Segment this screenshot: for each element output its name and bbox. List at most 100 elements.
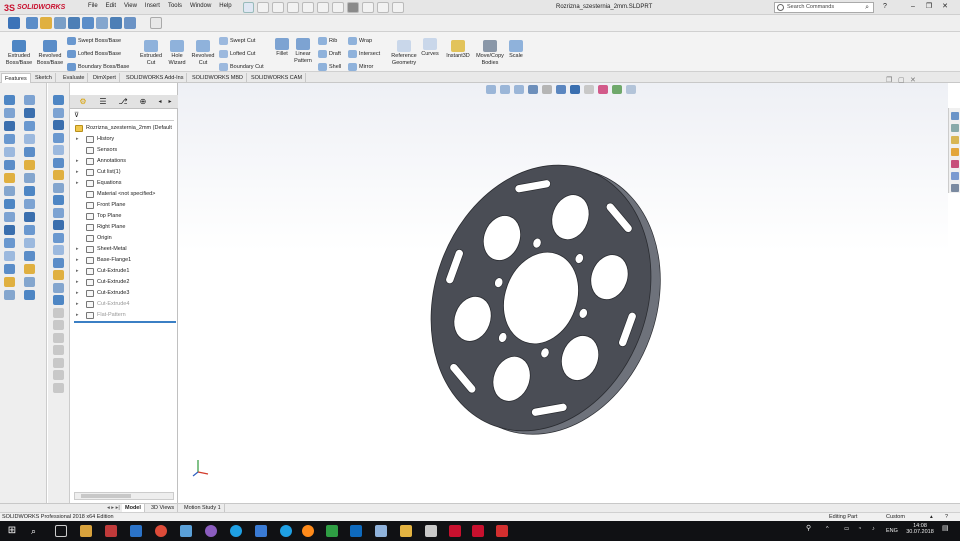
menu-tools[interactable]: Tools xyxy=(168,3,182,9)
design-library-icon[interactable] xyxy=(951,124,959,132)
left-tool-icon[interactable] xyxy=(4,264,15,274)
new-document-icon[interactable] xyxy=(272,2,284,13)
extruded-boss-button[interactable]: Extruded Boss/Base xyxy=(4,40,34,66)
battery-icon[interactable]: ▭ xyxy=(844,526,849,532)
fillet-button[interactable]: Fillet xyxy=(272,38,292,58)
undo-icon[interactable] xyxy=(332,2,344,13)
file-explorer-icon[interactable] xyxy=(951,136,959,144)
menu-help[interactable]: Help xyxy=(219,3,231,9)
menu-insert[interactable]: Insert xyxy=(145,3,160,9)
left-tool-icon[interactable] xyxy=(53,345,64,355)
left-tool-icon[interactable] xyxy=(53,270,64,280)
left-tool-icon[interactable] xyxy=(24,264,35,274)
print-icon[interactable] xyxy=(317,2,329,13)
tree-item[interactable]: ▸ Cut-Extrude2 xyxy=(70,277,178,288)
search-icon-taskbar[interactable]: ⌕ xyxy=(31,525,43,537)
left-tool-icon[interactable] xyxy=(24,95,35,105)
left-tool-icon[interactable] xyxy=(53,257,64,268)
search-commands-input[interactable]: Search Commands ⌕ xyxy=(774,2,874,13)
left-tool-icon[interactable] xyxy=(24,212,35,222)
expand-arrow-icon[interactable]: ▸ xyxy=(76,244,79,255)
tree-item[interactable]: ▸ Flat-Pattern xyxy=(70,310,178,321)
move-copy-bodies-button[interactable]: Move/Copy Bodies xyxy=(474,40,506,66)
custom-properties-icon[interactable] xyxy=(951,172,959,180)
file-properties-icon[interactable] xyxy=(377,2,389,13)
left-tool-icon[interactable] xyxy=(53,332,64,343)
tabs-more-icon[interactable]: ◂ xyxy=(156,96,164,108)
expand-arrow-icon[interactable]: ▸ xyxy=(76,134,79,145)
swept-boss-button[interactable]: Swept Boss/Base xyxy=(67,37,121,45)
swept-cut-button[interactable]: Swept Cut xyxy=(219,37,255,45)
app-taskbar-icon-3[interactable] xyxy=(180,525,192,537)
left-tool-icon[interactable] xyxy=(53,220,64,230)
app-taskbar-icon-4[interactable] xyxy=(255,525,267,537)
tab-mbd[interactable]: SOLIDWORKS MBD xyxy=(189,73,248,83)
solidworks-taskbar-icon[interactable] xyxy=(449,525,461,537)
tab-sketch[interactable]: Sketch xyxy=(32,73,56,83)
tree-item[interactable]: ▸ Equations xyxy=(70,178,178,189)
notifications-icon[interactable]: ▤ xyxy=(942,525,949,532)
calculator-icon[interactable] xyxy=(425,525,437,537)
smart-dimension-icon[interactable] xyxy=(40,17,52,29)
extruded-cut-button[interactable]: Extruded Cut xyxy=(138,40,164,66)
left-tool-icon[interactable] xyxy=(4,134,15,144)
left-tool-icon[interactable] xyxy=(24,147,35,157)
expand-arrow-icon[interactable]: ▸ xyxy=(76,288,79,299)
extrude-icon[interactable] xyxy=(54,17,66,29)
tree-item[interactable]: Origin xyxy=(70,233,178,244)
left-tool-icon[interactable] xyxy=(53,282,64,293)
viber-icon[interactable] xyxy=(205,525,217,537)
horizontal-scrollbar[interactable] xyxy=(74,492,174,500)
left-tool-icon[interactable] xyxy=(24,121,35,131)
expand-arrow-icon[interactable]: ▸ xyxy=(76,167,79,178)
tab-cam[interactable]: SOLIDWORKS CAM xyxy=(248,73,307,83)
rebuild-icon[interactable] xyxy=(362,2,374,13)
draft-button[interactable]: Draft xyxy=(318,50,341,58)
left-tool-icon[interactable] xyxy=(53,307,64,318)
restore-icon[interactable]: ❐ xyxy=(924,2,934,12)
left-tool-icon[interactable] xyxy=(53,132,64,143)
left-tool-icon[interactable] xyxy=(53,295,64,305)
tree-item[interactable]: ▸ Cut-Extrude1 xyxy=(70,266,178,277)
tab-features[interactable]: Features xyxy=(1,73,31,83)
people-icon[interactable]: ⚲ xyxy=(806,525,811,532)
left-tool-icon[interactable] xyxy=(24,225,35,235)
tree-item[interactable]: Sensors xyxy=(70,145,178,156)
outlook-icon[interactable] xyxy=(350,525,362,537)
minimize-icon[interactable]: – xyxy=(908,2,918,12)
tree-item[interactable]: ▸ Base-Flange1 xyxy=(70,255,178,266)
left-tool-icon[interactable] xyxy=(4,212,15,222)
left-tool-icon[interactable] xyxy=(4,186,15,196)
mold-tools-icon[interactable] xyxy=(110,17,122,29)
left-tool-icon[interactable] xyxy=(4,251,15,261)
left-tool-icon[interactable] xyxy=(4,225,15,235)
left-tool-icon[interactable] xyxy=(24,160,35,170)
app-taskbar-icon-1[interactable] xyxy=(105,525,117,537)
menu-file[interactable]: File xyxy=(88,3,98,9)
pin-icon[interactable] xyxy=(243,2,254,13)
intersect-button[interactable]: Intersect xyxy=(348,50,380,58)
view-palette-icon[interactable] xyxy=(951,148,959,156)
expand-arrow-icon[interactable]: ▸ xyxy=(76,266,79,277)
home-icon[interactable] xyxy=(257,2,269,13)
property-manager-tab-icon[interactable]: ☰ xyxy=(94,96,112,108)
graphics-viewport[interactable]: ❐ ▢ ✕ xyxy=(178,77,948,503)
scrollbar-thumb[interactable] xyxy=(81,494,131,498)
network-icon[interactable]: ◔ xyxy=(858,526,861,532)
shell-button[interactable]: Shell xyxy=(318,63,341,71)
folder-icon[interactable] xyxy=(400,525,412,537)
appearances-icon[interactable] xyxy=(951,160,959,168)
volume-icon[interactable]: ♪ xyxy=(872,526,875,532)
tree-item[interactable]: Material <not specified> xyxy=(70,189,178,200)
app-taskbar-icon-2[interactable] xyxy=(130,525,142,537)
solidworks-taskbar-icon-2[interactable] xyxy=(472,525,484,537)
left-tool-icon[interactable] xyxy=(4,173,15,183)
menu-view[interactable]: View xyxy=(124,3,137,9)
left-tool-icon[interactable] xyxy=(53,357,64,368)
solidworks-resources-icon[interactable] xyxy=(951,112,959,120)
left-tool-icon[interactable] xyxy=(53,320,64,330)
tree-item[interactable]: ▸ History xyxy=(70,134,178,145)
sheet-metal-icon[interactable] xyxy=(82,17,94,29)
sketch-icon[interactable] xyxy=(8,17,20,29)
tree-item[interactable]: Top Plane xyxy=(70,211,178,222)
